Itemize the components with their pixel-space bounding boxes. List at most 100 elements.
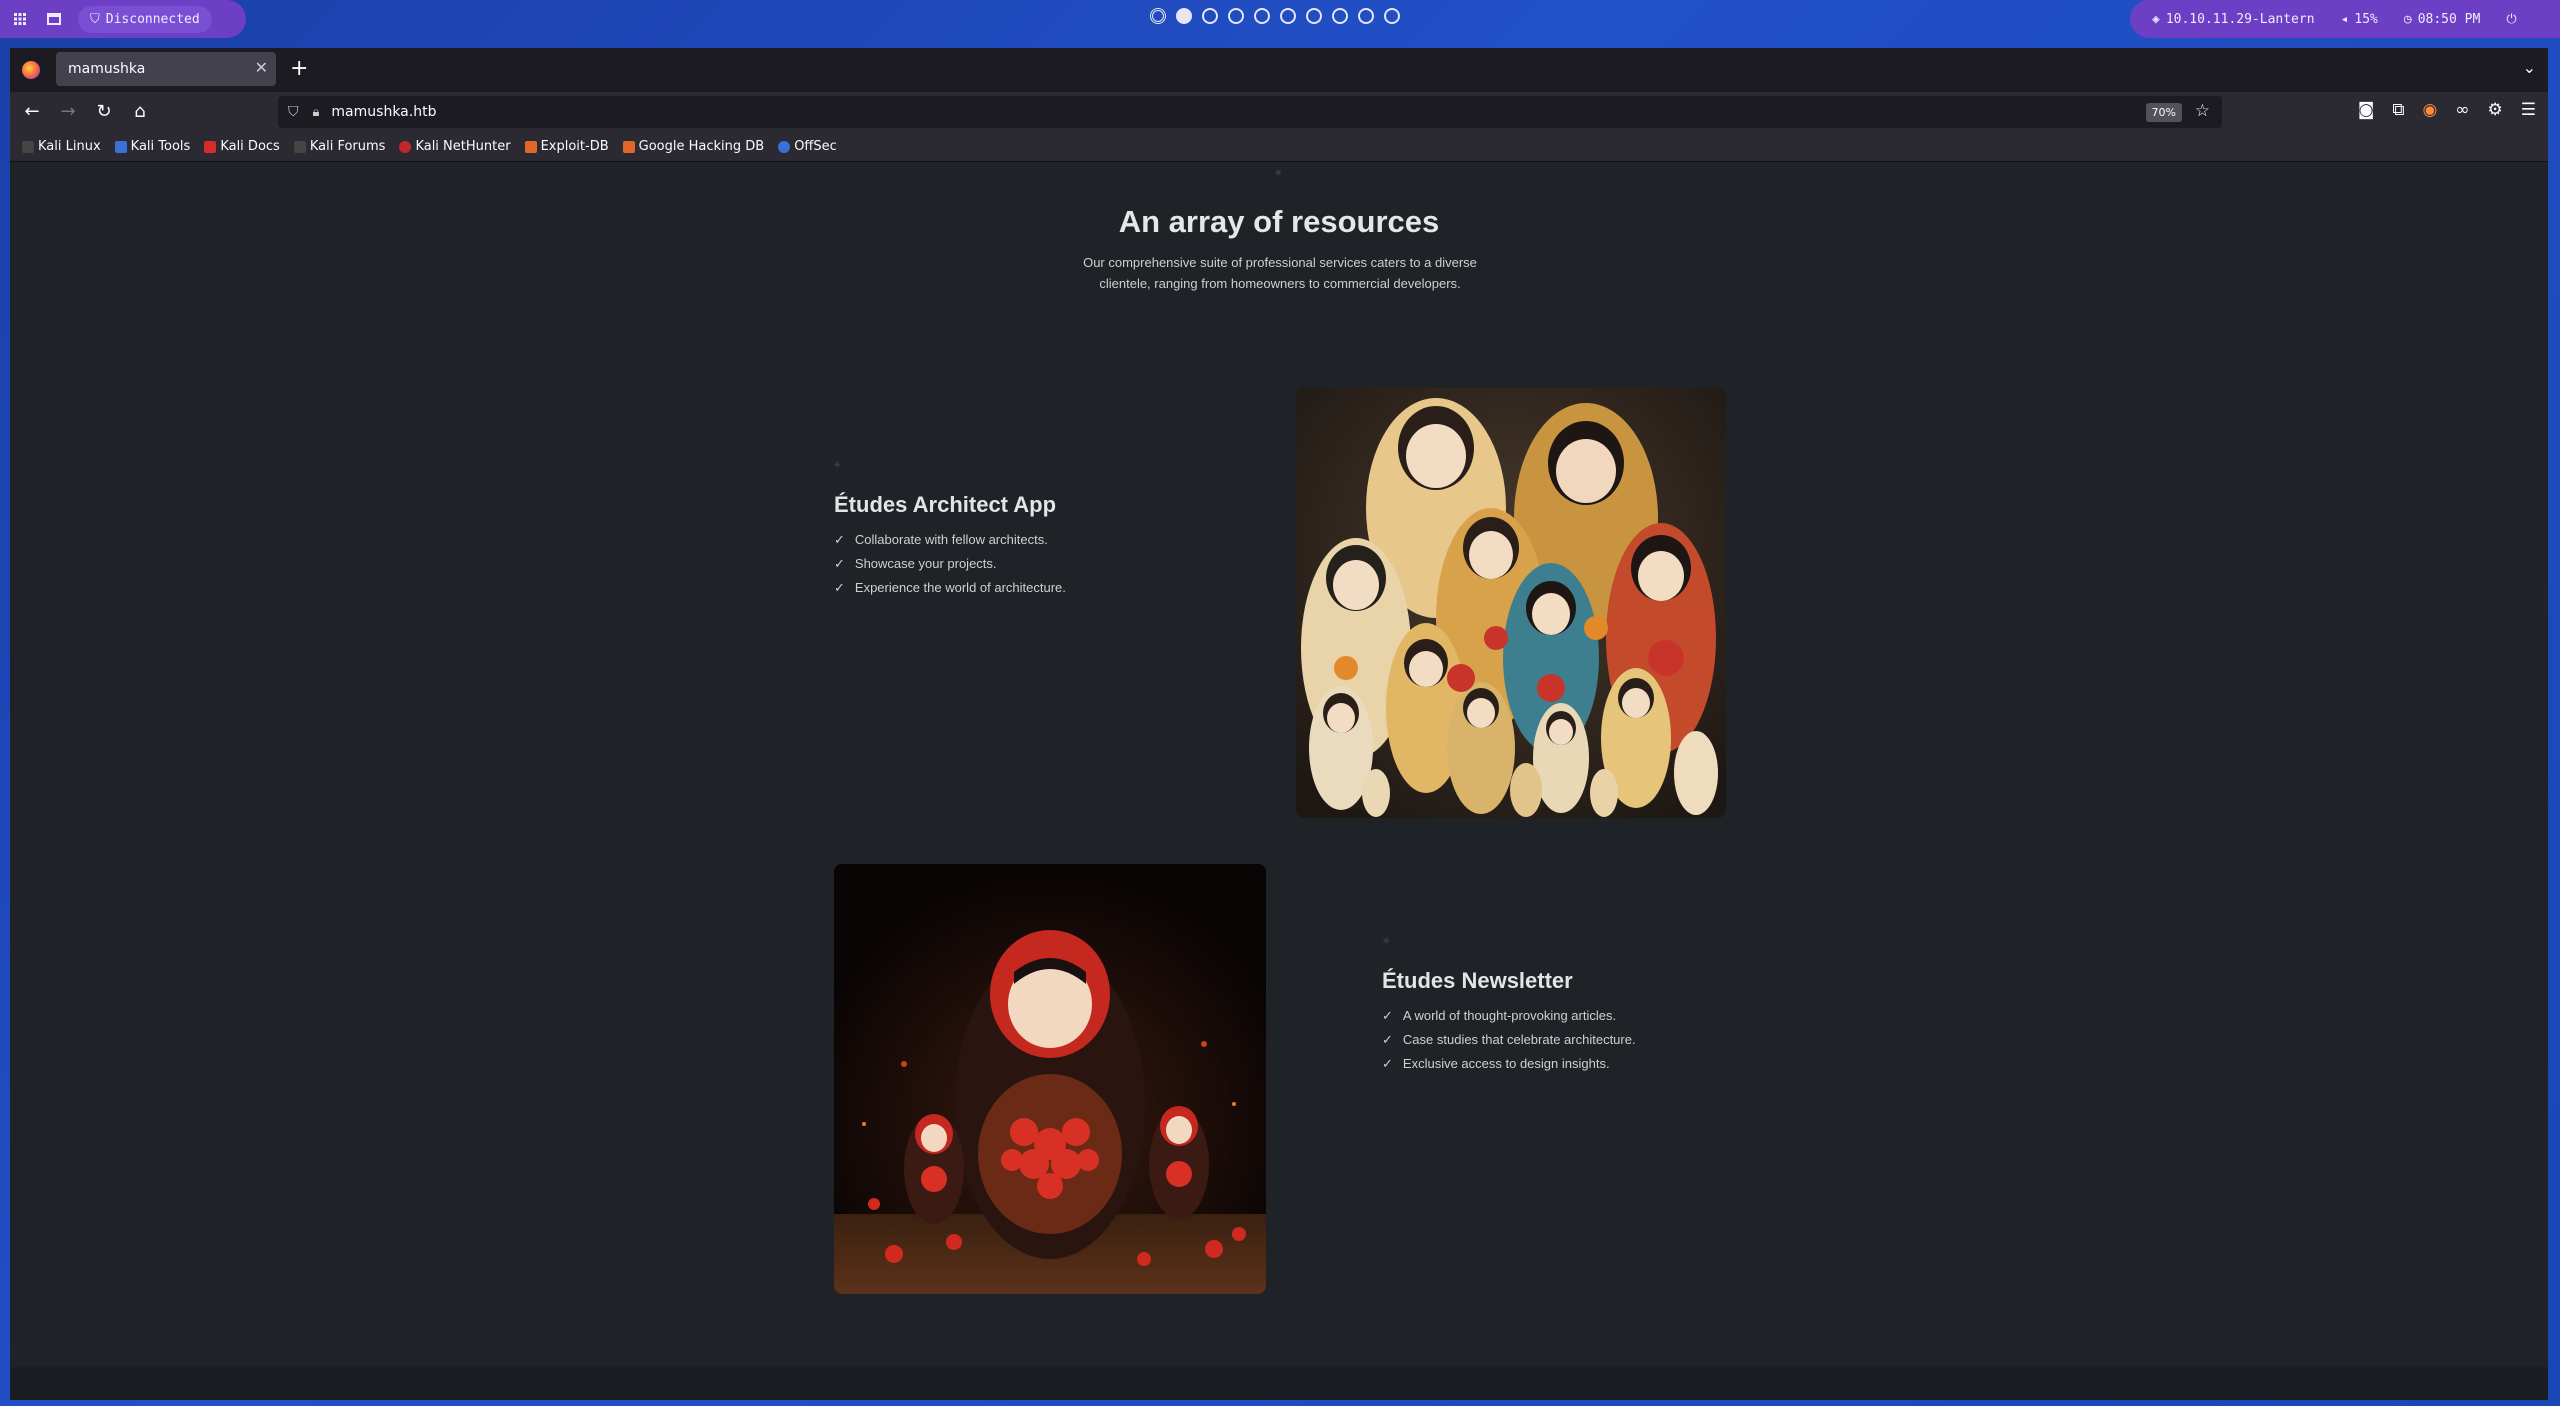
bookmark-kali-linux[interactable]: Kali Linux — [22, 139, 101, 154]
workspace-dot[interactable] — [1150, 8, 1166, 24]
window-icon[interactable] — [44, 9, 64, 29]
forward-button[interactable]: → — [56, 100, 80, 124]
bookmark-kali-nethunter[interactable]: Kali NetHunter — [399, 139, 511, 154]
list-item: ✓ Collaborate with fellow architects. — [834, 532, 1066, 556]
feature-list-architect-app: ✓ Collaborate with fellow architects. ✓ Sh… — [834, 532, 1066, 604]
workspace-dot[interactable] — [1254, 8, 1270, 24]
url-text[interactable]: mamushka.htb — [331, 104, 436, 120]
bookmark-exploit-db[interactable]: Exploit-DB — [524, 139, 609, 154]
bookmark-star-icon[interactable]: ☆ — [2195, 101, 2210, 121]
decorative-dot: ✳ — [1274, 168, 1283, 179]
apps-grid-icon[interactable] — [10, 9, 30, 29]
tracking-protection-icon[interactable]: ⛉ — [288, 104, 299, 120]
workspace-dot[interactable] — [1176, 8, 1192, 24]
bookmark-kali-forums[interactable]: Kali Forums — [293, 139, 386, 154]
bookmark-label: Kali Linux — [38, 139, 101, 154]
kali-forums-icon — [293, 140, 306, 153]
kali-tools-icon — [114, 140, 127, 153]
check-icon: ✓ — [1382, 1056, 1393, 1071]
extension-badge-icon[interactable]: ◉ — [2422, 100, 2437, 120]
reload-button[interactable]: ↻ — [92, 100, 116, 124]
workspace-dot[interactable] — [1228, 8, 1244, 24]
address-bar[interactable]: ⛉ 🔒︎ mamushka.htb 70% ☆ — [278, 96, 2222, 128]
ghdb-icon — [622, 140, 635, 153]
check-icon: ✓ — [1382, 1032, 1393, 1047]
list-item-text: Case studies that celebrate architecture… — [1402, 1032, 1636, 1047]
list-item: ✓ Experience the world of architecture. — [834, 580, 1066, 604]
workspace-dot[interactable] — [1306, 8, 1322, 24]
pocket-icon[interactable]: ◙ — [2358, 100, 2375, 120]
bookmarks-toolbar: Kali Linux Kali Tools Kali Docs Kali For… — [10, 132, 2548, 162]
lock-icon[interactable]: 🔒︎ — [313, 105, 320, 120]
feature-title-newsletter: Études Newsletter — [1382, 968, 1573, 993]
tab-mamushka[interactable]: mamushka ✕ — [56, 52, 276, 86]
workspace-dot[interactable] — [1384, 8, 1400, 24]
bookmark-google-hacking-db[interactable]: Google Hacking DB — [622, 139, 765, 154]
list-item-text: A world of thought-provoking articles. — [1402, 1008, 1617, 1023]
check-icon: ✓ — [834, 556, 845, 571]
decorative-dot: ✳ — [1382, 936, 1391, 947]
matryoshka-group-image — [1296, 388, 1726, 818]
clock[interactable]: ◷ 08:50 PM — [2404, 12, 2480, 27]
vpn-status-label: Disconnected — [105, 11, 200, 27]
bookmark-label: Google Hacking DB — [638, 139, 765, 154]
tab-title: mamushka — [68, 61, 146, 77]
section-subtitle: Our comprehensive suite of professional … — [1083, 255, 1477, 291]
shield-icon: ⛉ — [90, 11, 100, 27]
matryoshka-red-image — [834, 864, 1266, 1294]
volume[interactable]: ◂ 15% — [2341, 12, 2378, 27]
feature-list-newsletter: ✓ A world of thought-provoking articles. … — [1382, 1008, 1636, 1080]
target-icon: ◈ — [2152, 11, 2160, 27]
right-status-pill: ◈ 10.10.11.29-Lantern ◂ 15% ◷ 08:50 PM ⏻ — [2130, 0, 2560, 38]
tab-strip: mamushka ✕ + ⌄ — [10, 48, 2548, 92]
target-ip-label: 10.10.11.29-Lantern — [2165, 11, 2315, 27]
settings-gear-icon[interactable]: ⚙ — [2488, 100, 2503, 120]
bookmark-label: Kali Docs — [220, 139, 280, 154]
browser-window: mamushka ✕ + ⌄ ← → ↻ ⌂ ⛉ 🔒︎ mamushka.htb… — [10, 48, 2548, 1400]
toolbar-right: ◙ ⧉ ◉ ∞ ⚙ ☰ — [2358, 100, 2536, 120]
exploit-db-icon — [524, 140, 537, 153]
list-item-text: Exclusive access to design insights. — [1402, 1056, 1610, 1071]
nethunter-icon — [399, 140, 412, 153]
page-footer-band — [10, 1367, 2548, 1400]
power-icon[interactable]: ⏻ — [2506, 12, 2516, 27]
firefox-icon — [22, 61, 40, 79]
list-item: ✓ Exclusive access to design insights. — [1382, 1056, 1636, 1080]
list-all-tabs-icon[interactable]: ⌄ — [2523, 58, 2536, 77]
decorative-dot: ✳ — [833, 460, 842, 471]
list-item-text: Collaborate with fellow architects. — [854, 532, 1048, 547]
bookmark-label: Kali Forums — [309, 139, 386, 154]
workspace-dot[interactable] — [1358, 8, 1374, 24]
back-button[interactable]: ← — [20, 100, 44, 124]
left-status-pill: ⛉ Disconnected — [0, 0, 246, 38]
feature-title-architect-app: Études Architect App — [834, 492, 1057, 517]
bookmark-label: Exploit-DB — [540, 139, 609, 154]
target-ip[interactable]: ◈ 10.10.11.29-Lantern — [2152, 12, 2315, 27]
navigation-toolbar: ← → ↻ ⌂ ⛉ 🔒︎ mamushka.htb 70% ☆ ◙ ⧉ ◉ ∞ … — [10, 92, 2548, 132]
bookmark-label: OffSec — [794, 139, 837, 154]
vpn-status[interactable]: ⛉ Disconnected — [78, 5, 212, 33]
section-title: An array of resources — [1118, 204, 1440, 239]
new-tab-button[interactable]: + — [290, 56, 308, 81]
bookmark-kali-tools[interactable]: Kali Tools — [114, 139, 190, 154]
extensions-icon[interactable]: ⧉ — [2392, 100, 2404, 120]
workspace-dot[interactable] — [1202, 8, 1218, 24]
kali-docs-icon — [204, 140, 217, 153]
workspace-dot[interactable] — [1280, 8, 1296, 24]
bookmark-offsec[interactable]: OffSec — [778, 139, 837, 154]
workspace-switcher — [1150, 8, 1400, 24]
home-button[interactable]: ⌂ — [128, 100, 152, 124]
check-icon: ✓ — [1382, 1008, 1393, 1023]
offsec-icon — [778, 140, 791, 153]
list-item: ✓ A world of thought-provoking articles. — [1382, 1008, 1636, 1032]
list-item-text: Showcase your projects. — [854, 556, 997, 571]
zoom-indicator[interactable]: 70% — [2145, 103, 2182, 122]
bookmark-kali-docs[interactable]: Kali Docs — [204, 139, 280, 154]
menu-hamburger-icon[interactable]: ☰ — [2521, 100, 2536, 120]
vpn-extension-icon[interactable]: ∞ — [2455, 100, 2469, 120]
list-item-text: Experience the world of architecture. — [854, 580, 1066, 595]
check-icon: ✓ — [834, 532, 845, 547]
workspace-dot[interactable] — [1332, 8, 1348, 24]
check-icon: ✓ — [834, 580, 845, 595]
close-tab-icon[interactable]: ✕ — [255, 58, 268, 77]
